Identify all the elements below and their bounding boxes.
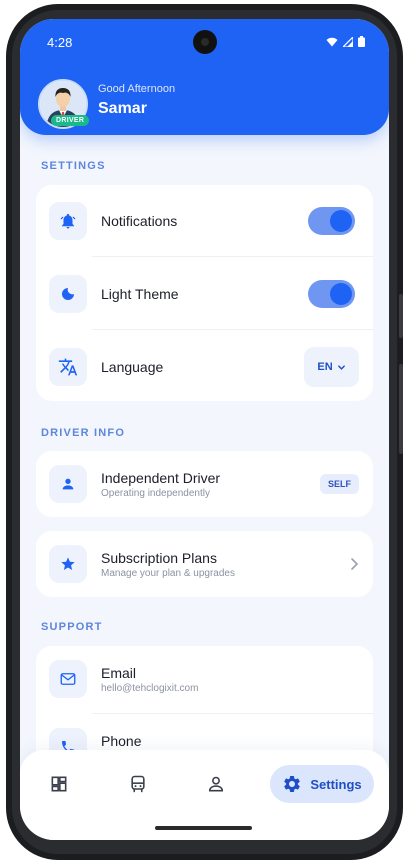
home-indicator[interactable]: [155, 826, 252, 830]
volume-button: [399, 294, 403, 338]
greeting-text: Good Afternoon: [98, 83, 176, 95]
notifications-icon-box: [49, 202, 87, 240]
notifications-row[interactable]: Notifications: [36, 189, 373, 253]
signal-icon: [343, 36, 353, 47]
mail-icon: [60, 673, 76, 685]
chevron-right-icon: [351, 558, 359, 570]
nav-settings-label: Settings: [310, 776, 362, 792]
light-theme-label: Light Theme: [101, 286, 179, 302]
front-camera: [193, 30, 217, 54]
settings-card: Notifications Light Theme Language EN: [36, 185, 373, 401]
toggle-knob: [330, 283, 352, 305]
power-button: [399, 364, 403, 454]
profile-icon: [208, 776, 224, 792]
light-theme-row[interactable]: Light Theme: [36, 262, 373, 326]
bottom-nav: Settings: [20, 750, 389, 840]
section-title-settings: SETTINGS: [41, 160, 106, 172]
status-time: 4:28: [47, 35, 73, 50]
battery-icon: [358, 36, 365, 47]
subscription-card[interactable]: Subscription Plans Manage your plan & up…: [36, 531, 373, 597]
bell-icon: [60, 213, 76, 229]
email-row[interactable]: Email hello@tehclogixit.com: [36, 646, 373, 710]
driver-type-card[interactable]: Independent Driver Operating independent…: [36, 451, 373, 517]
app-screen: 4:28 DRIVER Good Afternoon Samar SETTING…: [20, 19, 389, 840]
self-badge: SELF: [319, 474, 359, 494]
language-icon-box: [49, 348, 87, 386]
person-icon: [62, 478, 74, 490]
email-address[interactable]: hello@tehclogixit.com: [101, 683, 198, 694]
translate-icon: [58, 358, 78, 376]
profile-header: 4:28 DRIVER Good Afternoon Samar: [20, 19, 389, 135]
email-icon-box: [49, 660, 87, 698]
toggle-knob: [330, 210, 352, 232]
language-dropdown[interactable]: EN: [304, 347, 359, 387]
nav-bus[interactable]: [119, 767, 157, 801]
nav-settings[interactable]: Settings: [270, 765, 374, 803]
wifi-icon: [326, 37, 338, 46]
phone-title: Phone: [101, 733, 142, 749]
driver-type-title: Independent Driver: [101, 470, 221, 486]
nav-profile[interactable]: [197, 767, 235, 801]
moon-icon: [62, 288, 74, 300]
subscription-title: Subscription Plans: [101, 550, 217, 566]
section-title-driver-info: DRIVER INFO: [41, 427, 126, 439]
email-title: Email: [101, 665, 137, 681]
status-icons: [326, 36, 365, 47]
language-value: EN: [317, 361, 333, 373]
light-theme-icon-box: [49, 275, 87, 313]
language-label: Language: [101, 359, 164, 375]
driver-type-subtitle: Operating independently: [101, 488, 210, 499]
chevron-down-icon: [337, 364, 345, 370]
gear-icon: [284, 776, 301, 792]
dashboard-icon: [51, 776, 67, 792]
divider: [92, 256, 373, 257]
notifications-toggle[interactable]: [308, 207, 355, 235]
nav-dashboard[interactable]: [40, 767, 78, 801]
bus-icon: [131, 775, 145, 793]
divider: [92, 329, 373, 330]
language-row[interactable]: Language EN: [36, 335, 373, 399]
section-title-support: SUPPORT: [41, 621, 103, 633]
subscription-icon-box: [49, 545, 87, 583]
notifications-label: Notifications: [101, 213, 178, 229]
driver-type-icon-box: [49, 465, 87, 503]
star-icon: [61, 557, 75, 570]
light-theme-toggle[interactable]: [308, 280, 355, 308]
subscription-subtitle: Manage your plan & upgrades: [101, 568, 235, 579]
user-name: Samar: [98, 100, 147, 117]
driver-badge: DRIVER: [51, 115, 90, 126]
